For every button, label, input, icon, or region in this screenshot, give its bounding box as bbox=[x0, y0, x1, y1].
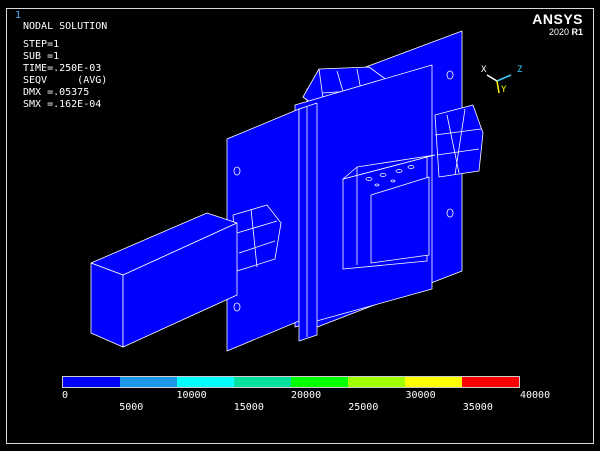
legend-tick-label: 30000 bbox=[405, 390, 436, 401]
legend-segment bbox=[177, 377, 234, 387]
legend-tick-label: 40000 bbox=[520, 390, 551, 401]
legend-tick-label: 10000 bbox=[176, 390, 207, 401]
legend-tick-label: 20000 bbox=[291, 390, 322, 401]
contour-legend-labels: 0 10000 20000 30000 40000 5000 15000 25000 35000 bbox=[62, 390, 550, 416]
legend-segment bbox=[291, 377, 348, 387]
legend-tick-label: 25000 bbox=[348, 402, 379, 413]
legend-tick-label: 35000 bbox=[462, 402, 493, 413]
legend-segment bbox=[234, 377, 291, 387]
beam-end bbox=[90, 262, 124, 348]
right-fixture bbox=[434, 104, 484, 178]
legend-tick-label: 0 bbox=[62, 390, 69, 401]
legend-segment bbox=[63, 377, 120, 387]
legend-segment bbox=[405, 377, 462, 387]
contour-legend-bar bbox=[62, 376, 520, 388]
legend-tick-label: 5000 bbox=[119, 402, 144, 413]
legend-segment bbox=[120, 377, 177, 387]
legend-segment bbox=[348, 377, 405, 387]
legend-segment bbox=[462, 377, 519, 387]
legend-tick-label: 15000 bbox=[233, 402, 264, 413]
